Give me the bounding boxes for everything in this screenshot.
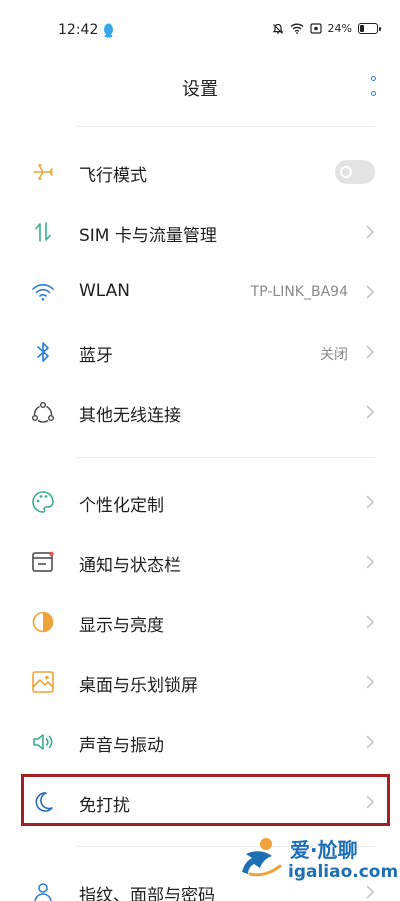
wifi-icon xyxy=(30,280,56,304)
wlan-network-name: TP-LINK_BA94 xyxy=(250,284,348,300)
display-brightness-label: 显示与亮度 xyxy=(79,616,164,636)
battery-percent: 24% xyxy=(327,22,352,35)
mute-icon xyxy=(272,23,283,34)
more-dot-icon xyxy=(370,91,376,96)
section-divider xyxy=(75,457,375,458)
sound-vibration-item[interactable]: 声音与振动 xyxy=(0,712,400,772)
palette-icon xyxy=(30,490,56,514)
display-brightness-item[interactable]: 显示与亮度 xyxy=(0,592,400,652)
status-bar: 12:42 24% xyxy=(0,0,400,60)
airplane-mode-item[interactable]: 飞行模式 xyxy=(0,142,400,202)
notification-statusbar-item[interactable]: 通知与状态栏 xyxy=(0,532,400,592)
bluetooth-status: 关闭 xyxy=(320,347,348,363)
watermark-title: 爱·尬聊 xyxy=(290,838,358,862)
screen-record-icon xyxy=(309,23,322,34)
chevron-right-icon xyxy=(366,405,375,419)
wallpaper-icon xyxy=(30,670,56,694)
sim-data-label: SIM 卡与流量管理 xyxy=(79,226,217,246)
wlan-label: WLAN xyxy=(79,281,131,301)
speaker-icon xyxy=(30,730,56,754)
brightness-icon xyxy=(30,610,56,634)
chevron-right-icon xyxy=(366,285,375,299)
desktop-lockscreen-item[interactable]: 桌面与乐划锁屏 xyxy=(0,652,400,712)
personalization-label: 个性化定制 xyxy=(79,496,164,516)
chevron-right-icon xyxy=(366,615,375,629)
other-wireless-label: 其他无线连接 xyxy=(79,406,181,426)
section-divider xyxy=(75,126,375,127)
status-time: 12:42 xyxy=(58,22,99,38)
watermark-logo-icon xyxy=(242,838,282,877)
battery-icon xyxy=(358,23,381,34)
desktop-lockscreen-label: 桌面与乐划锁屏 xyxy=(79,676,198,696)
bluetooth-item[interactable]: 蓝牙 关闭 xyxy=(0,322,400,382)
sim-data-item[interactable]: SIM 卡与流量管理 xyxy=(0,202,400,262)
fingerprint-face-password-label: 指纹、面部与密码 xyxy=(79,886,215,901)
highlight-frame xyxy=(21,774,390,826)
bluetooth-icon xyxy=(30,340,56,364)
status-icons: 24% xyxy=(272,22,381,35)
chevron-right-icon xyxy=(366,675,375,689)
other-wireless-item[interactable]: 其他无线连接 xyxy=(0,382,400,442)
bluetooth-label: 蓝牙 xyxy=(79,346,113,366)
fingerprint-icon xyxy=(30,880,56,901)
notification-statusbar-label: 通知与状态栏 xyxy=(79,556,181,576)
chevron-right-icon xyxy=(366,735,375,749)
chevron-right-icon xyxy=(366,225,375,239)
wireless-connections-icon xyxy=(30,400,56,424)
wifi-status-icon xyxy=(290,23,304,34)
watermark-url: igaliao.com xyxy=(288,862,399,882)
sim-data-icon xyxy=(30,220,56,244)
chevron-right-icon xyxy=(366,495,375,509)
toggle-knob xyxy=(340,166,352,178)
more-dot-icon xyxy=(370,76,376,81)
page-title: 设置 xyxy=(182,79,218,100)
chevron-right-icon xyxy=(366,345,375,359)
notification-icon xyxy=(30,550,56,574)
airplane-mode-toggle[interactable] xyxy=(335,160,375,184)
settings-header: 设置 xyxy=(0,60,400,112)
wlan-item[interactable]: WLAN TP-LINK_BA94 xyxy=(0,262,400,322)
more-options-button[interactable] xyxy=(368,76,378,96)
sound-vibration-label: 声音与振动 xyxy=(79,736,164,756)
qq-notification-icon xyxy=(104,23,113,38)
chevron-right-icon xyxy=(366,555,375,569)
airplane-mode-label: 飞行模式 xyxy=(79,166,147,186)
site-watermark: 爱·尬聊 igaliao.com xyxy=(236,832,398,888)
personalization-item[interactable]: 个性化定制 xyxy=(0,472,400,532)
airplane-icon xyxy=(30,160,56,184)
